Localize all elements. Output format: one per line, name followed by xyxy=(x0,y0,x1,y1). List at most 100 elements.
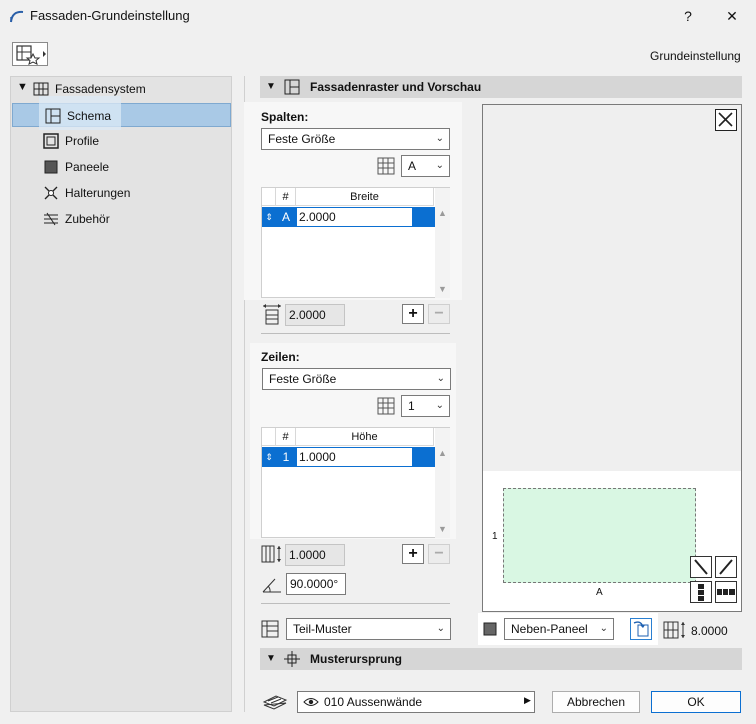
profile-icon xyxy=(43,133,59,149)
diagonal-right-button[interactable] xyxy=(715,556,737,578)
panel-icon xyxy=(44,160,58,174)
dropdown-value: A xyxy=(408,159,417,173)
columns-table: # Breite ▲ ▼ ⇕ A 2.0000 xyxy=(261,187,450,298)
rows-mode-dropdown[interactable]: Feste Größe ⌄ xyxy=(262,368,451,390)
accessory-icon xyxy=(44,212,58,226)
total-width-icon xyxy=(263,304,281,325)
vertical-split-icon xyxy=(698,584,704,601)
cancel-button[interactable]: Abbrechen xyxy=(552,691,640,713)
panel-size-value: 8.0000 xyxy=(691,624,728,638)
scroll-down-icon[interactable]: ▼ xyxy=(438,524,447,534)
favorites-button[interactable] xyxy=(12,42,48,66)
diagonal-left-button[interactable] xyxy=(690,556,712,578)
sidebar-item-label: Profile xyxy=(65,134,100,148)
table-scrollbar[interactable]: ▲ ▼ xyxy=(435,428,450,538)
remove-row-button[interactable]: − xyxy=(428,544,450,564)
dropdown-value: Neben-Paneel xyxy=(511,622,588,636)
chevron-down-icon: ⌄ xyxy=(435,160,444,171)
vertical-split-button[interactable] xyxy=(690,581,712,603)
scroll-up-icon[interactable]: ▲ xyxy=(438,448,447,458)
sidebar-item-paneele[interactable]: Paneele xyxy=(11,155,231,179)
layer-name: 010 Aussenwände xyxy=(324,695,423,709)
column-width-input[interactable]: 2.0000 xyxy=(296,207,413,227)
table-scrollbar[interactable]: ▲ ▼ xyxy=(435,188,450,298)
chevron-down-icon: ⌄ xyxy=(436,373,445,384)
table-row[interactable]: ⇕ 1 1.0000 xyxy=(262,447,435,467)
row-grid-icon xyxy=(377,397,395,415)
dropdown-value: Feste Größe xyxy=(269,372,337,386)
close-preview-button[interactable] xyxy=(715,109,737,131)
preview-panel-cell[interactable] xyxy=(503,488,696,583)
dropdown-value: Teil-Muster xyxy=(293,622,352,636)
separator xyxy=(261,333,450,334)
preview-panel[interactable]: 1 A xyxy=(482,104,742,612)
rows-heading: Zeilen: xyxy=(261,350,300,364)
eye-icon xyxy=(303,698,319,706)
help-button[interactable]: ? xyxy=(674,4,702,28)
sidebar-item-label: Zubehör xyxy=(65,212,110,226)
sidebar-item-schema[interactable]: Schema xyxy=(12,96,231,130)
row-id: 1 xyxy=(276,447,296,467)
columns-mode-dropdown[interactable]: Feste Größe ⌄ xyxy=(261,128,450,150)
chevron-down-icon: ⌄ xyxy=(436,623,445,634)
title-bar: Fassaden-Grundeinstellung ? ✕ xyxy=(0,0,756,32)
scroll-up-icon[interactable]: ▲ xyxy=(438,208,447,218)
angle-icon xyxy=(262,578,281,593)
pattern-dropdown[interactable]: Teil-Muster ⌄ xyxy=(286,618,451,640)
row-id: A xyxy=(276,207,296,227)
sidebar-tree: ▼ Fassadensystem Schema Profile Paneele xyxy=(10,76,232,712)
rows-total-field: 1.0000 xyxy=(285,544,345,566)
table-header-width: Breite xyxy=(296,188,434,206)
sidebar-item-label: Paneele xyxy=(65,160,110,174)
panel-size-icon xyxy=(663,621,685,639)
rows-pattern-dropdown[interactable]: 1 ⌄ xyxy=(401,395,450,417)
chevron-right-icon: ▶ xyxy=(524,695,531,705)
table-header-number: # xyxy=(276,188,296,206)
dropdown-value: Feste Größe xyxy=(268,132,336,146)
columns-pattern-dropdown[interactable]: A ⌄ xyxy=(401,155,450,177)
remove-column-button[interactable]: − xyxy=(428,304,450,324)
horizontal-split-button[interactable] xyxy=(715,581,737,603)
section-title: Musterursprung xyxy=(310,652,403,666)
preview-top-area xyxy=(483,105,741,471)
assign-panel-button[interactable] xyxy=(630,618,652,640)
chevron-down-icon: ⌄ xyxy=(599,623,608,634)
add-row-button[interactable]: + xyxy=(402,544,424,564)
settings-label: Grundeinstellung xyxy=(650,49,741,63)
grid-preview-icon xyxy=(284,79,300,95)
angle-input[interactable]: 90.0000° xyxy=(286,573,346,595)
layer-icon xyxy=(262,695,288,710)
row-fill-cell xyxy=(413,447,435,467)
drag-handle-icon[interactable]: ⇕ xyxy=(262,447,276,467)
expand-chevron-icon[interactable]: ▼ xyxy=(17,81,28,93)
window-title: Fassaden-Grundeinstellung xyxy=(30,8,190,23)
tree-root-label: Fassadensystem xyxy=(55,82,146,96)
dropdown-value: 1 xyxy=(408,399,415,413)
total-height-icon xyxy=(261,545,281,563)
add-column-button[interactable]: + xyxy=(402,304,424,324)
column-grid-icon xyxy=(377,157,395,175)
row-height-input[interactable]: 1.0000 xyxy=(296,447,413,467)
table-header-blank xyxy=(262,188,276,206)
sidebar-item-label: Halterungen xyxy=(65,186,131,200)
ok-button[interactable]: OK xyxy=(651,691,741,713)
collapse-chevron-icon[interactable]: ▼ xyxy=(266,81,276,92)
section-header-grid-preview[interactable]: ▼ Fassadenraster und Vorschau xyxy=(260,76,742,98)
section-header-pattern-origin[interactable]: ▼ Musterursprung xyxy=(260,648,742,670)
junction-icon xyxy=(44,186,58,200)
layer-selector[interactable]: 010 Aussenwände ▶ xyxy=(297,691,535,713)
sidebar-item-profile[interactable]: Profile xyxy=(11,129,231,153)
table-row[interactable]: ⇕ A 2.0000 xyxy=(262,207,435,227)
origin-icon xyxy=(284,651,300,667)
table-header-blank xyxy=(262,428,276,446)
drag-handle-icon[interactable]: ⇕ xyxy=(262,207,276,227)
sidebar-item-halterungen[interactable]: Halterungen xyxy=(11,181,231,205)
panel-icon xyxy=(483,622,497,636)
scroll-down-icon[interactable]: ▼ xyxy=(438,284,447,294)
sidebar-item-zubehoer[interactable]: Zubehör xyxy=(11,207,231,231)
preview-row-label: 1 xyxy=(492,531,498,542)
collapse-chevron-icon[interactable]: ▼ xyxy=(266,653,276,664)
close-button[interactable]: ✕ xyxy=(718,4,746,28)
panel-type-dropdown[interactable]: Neben-Paneel ⌄ xyxy=(504,618,614,640)
sidebar-item-label: Schema xyxy=(67,109,112,123)
